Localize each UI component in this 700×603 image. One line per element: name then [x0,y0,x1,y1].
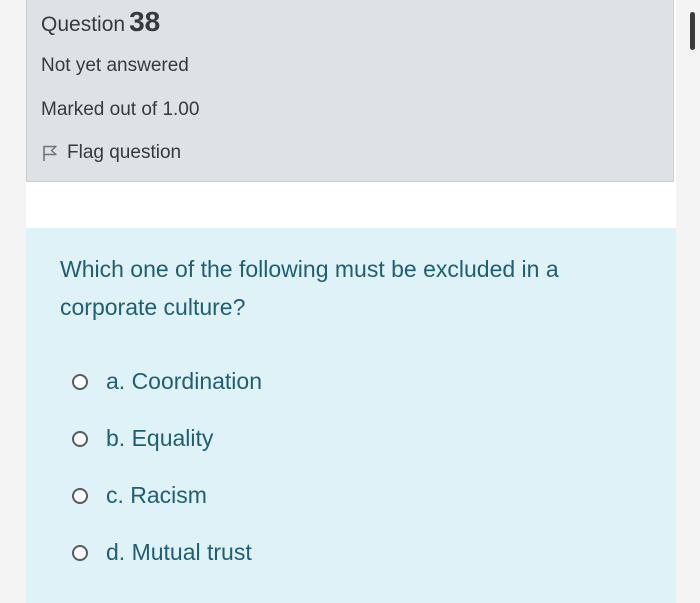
answer-label: d. Mutual trust [106,539,252,565]
scrollbar[interactable] [690,12,695,50]
question-info-panel: Question 38 Not yet answered Marked out o… [26,0,674,182]
question-text: Which one of the following must be exclu… [60,256,559,320]
answer-option-c[interactable]: c. Racism [72,482,207,509]
radio-unchecked-icon[interactable] [72,430,88,447]
question-heading: Question 38 [41,6,160,38]
answer-option-d[interactable]: d. Mutual trust [72,539,252,566]
flag-icon [41,144,59,162]
question-state: Not yet answered [41,55,189,76]
quiz-page: Question 38 Not yet answered Marked out o… [0,0,700,603]
answer-option-a[interactable]: a. Coordination [72,368,262,395]
answer-label: b. Equality [106,425,214,451]
question-number: 38 [129,6,161,37]
radio-unchecked-icon[interactable] [72,373,88,390]
radio-unchecked-icon[interactable] [72,487,88,504]
question-title-prefix: Question [41,13,126,36]
radio-unchecked-icon[interactable] [72,544,88,561]
answer-label: a. Coordination [106,368,262,394]
answer-option-b[interactable]: b. Equality [72,425,213,452]
question-grade: Marked out of 1.00 [41,99,200,120]
answer-label: c. Racism [106,482,207,508]
question-formulation: Which one of the following must be exclu… [26,228,676,603]
flag-question-label: Flag question [67,142,182,163]
flag-question-link[interactable]: Flag question [41,142,181,164]
